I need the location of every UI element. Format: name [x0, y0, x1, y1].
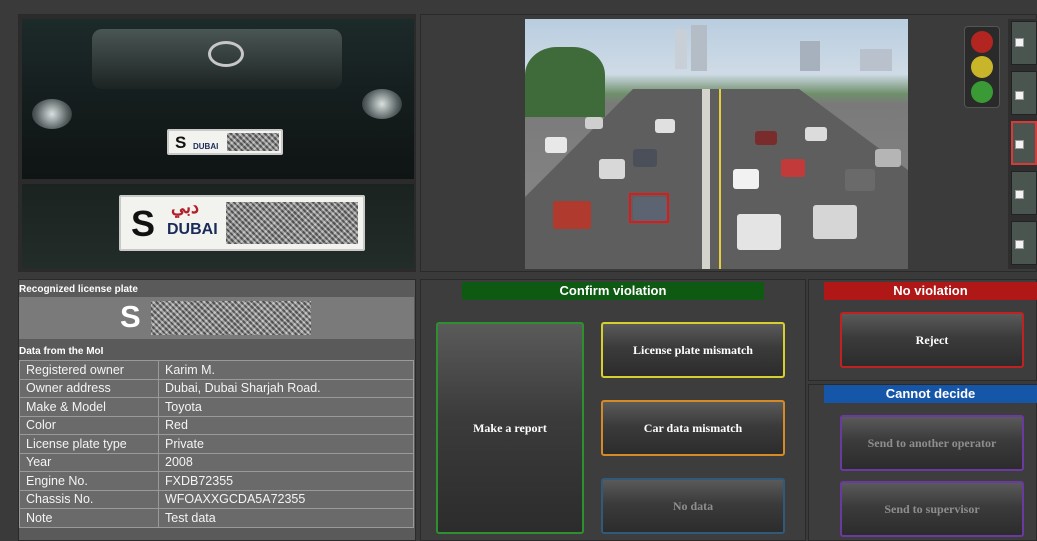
lane-line-yellow: [719, 89, 721, 269]
moi-data-table: Registered owner Karim M. Owner address Dub…: [19, 360, 414, 528]
fog-light-right-icon: [362, 89, 402, 119]
moi-row-value: Private: [158, 434, 414, 454]
vehicle: [655, 119, 675, 133]
thumbnail-checkbox[interactable]: [1015, 190, 1024, 199]
vehicle: [813, 205, 857, 239]
car-plate-blur: [227, 133, 279, 151]
make-report-button[interactable]: Make a report: [436, 322, 584, 534]
thumbnail-checkbox[interactable]: [1015, 38, 1024, 47]
red-light-icon: [971, 31, 993, 53]
vehicle: [585, 117, 603, 129]
moi-row: Year 2008: [19, 452, 414, 472]
moi-row-value: Karim M.: [158, 360, 414, 380]
moi-row-label: Color: [19, 415, 159, 435]
moi-row-value: Toyota: [158, 397, 414, 417]
median-barrier: [702, 89, 710, 269]
building-tower: [860, 49, 892, 71]
zoom-plate-city: DUBAI: [167, 221, 218, 238]
thumbnail-checkbox[interactable]: [1015, 140, 1024, 149]
plate-zoom-image: S دبي DUBAI: [22, 184, 414, 268]
fog-light-left-icon: [32, 99, 72, 129]
moi-row-value: Red: [158, 415, 414, 435]
recognized-plate-blur: [151, 301, 311, 335]
moi-row: Make & Model Toyota: [19, 397, 414, 417]
vehicle: [875, 149, 901, 167]
car-plate-letter: S: [175, 133, 187, 152]
building-tower: [800, 41, 820, 71]
moi-row-label: Owner address: [19, 378, 159, 398]
car-data-mismatch-button[interactable]: Car data mismatch: [601, 400, 785, 456]
zoom-plate-blur: [226, 202, 358, 244]
building-tower: [675, 29, 687, 69]
moi-row: Chassis No. WFOAXXGCDA5A72355: [19, 489, 414, 509]
toyota-logo-icon: [208, 41, 244, 67]
moi-row: License plate type Private: [19, 434, 414, 454]
send-operator-button[interactable]: Send to another operator: [840, 415, 1024, 471]
moi-row-label: License plate type: [19, 434, 159, 454]
moi-row: Registered owner Karim M.: [19, 360, 414, 380]
thumbnail-checkbox[interactable]: [1015, 240, 1024, 249]
moi-row: Note Test data: [19, 508, 414, 528]
vehicle: [733, 169, 759, 189]
moi-row-label: Engine No.: [19, 471, 159, 491]
cannot-decide-header: Cannot decide: [824, 385, 1037, 403]
green-light-icon: [971, 81, 993, 103]
plate-mismatch-button[interactable]: License plate mismatch: [601, 322, 785, 378]
traffic-scene-image: [525, 19, 908, 269]
car-front-image: S DUBAI: [22, 19, 414, 179]
zoom-plate-letter: S: [131, 203, 156, 244]
car-plate: S DUBAI: [167, 129, 283, 155]
send-supervisor-button[interactable]: Send to supervisor: [840, 481, 1024, 537]
vehicle: [805, 127, 827, 141]
recognized-plate-header: Recognized license plate: [19, 284, 138, 295]
moi-row-value: 2008: [158, 452, 414, 472]
moi-row-label: Note: [19, 508, 159, 528]
zoom-plate-arabic: دبي: [171, 197, 200, 217]
traffic-light-icon: [964, 26, 1000, 108]
confirm-violation-header: Confirm violation: [462, 282, 764, 300]
vehicle: [545, 137, 567, 153]
moi-row-label: Make & Model: [19, 397, 159, 417]
moi-row-value: FXDB72355: [158, 471, 414, 491]
moi-row-label: Registered owner: [19, 360, 159, 380]
recognized-plate-box: S: [19, 297, 414, 339]
moi-data-header: Data from the MoI: [19, 346, 104, 357]
moi-row: Owner address Dubai, Dubai Sharjah Road.: [19, 378, 414, 398]
moi-row-value: WFOAXXGCDA5A72355: [158, 489, 414, 509]
moi-row-value: Dubai, Dubai Sharjah Road.: [158, 378, 414, 398]
moi-row-label: Chassis No.: [19, 489, 159, 509]
moi-row: Color Red: [19, 415, 414, 435]
yellow-light-icon: [971, 56, 993, 78]
moi-row-value: Test data: [158, 508, 414, 528]
moi-row: Engine No. FXDB72355: [19, 471, 414, 491]
vehicle: [553, 201, 591, 229]
reject-button[interactable]: Reject: [840, 312, 1024, 368]
vehicle: [599, 159, 625, 179]
vehicle: [845, 169, 875, 191]
building-tower: [691, 25, 707, 71]
trees: [525, 47, 605, 117]
vehicle: [755, 131, 777, 145]
vehicle: [633, 149, 657, 167]
car-plate-city: DUBAI: [193, 142, 219, 151]
recognized-plate-letter: S: [120, 299, 141, 334]
moi-row-label: Year: [19, 452, 159, 472]
no-data-button[interactable]: No data: [601, 478, 785, 534]
no-violation-header: No violation: [824, 282, 1037, 300]
thumbnail-checkbox[interactable]: [1015, 91, 1024, 100]
detection-box[interactable]: [629, 193, 669, 223]
vehicle: [737, 214, 781, 250]
zoom-plate: S دبي DUBAI: [119, 195, 365, 251]
vehicle: [781, 159, 805, 177]
